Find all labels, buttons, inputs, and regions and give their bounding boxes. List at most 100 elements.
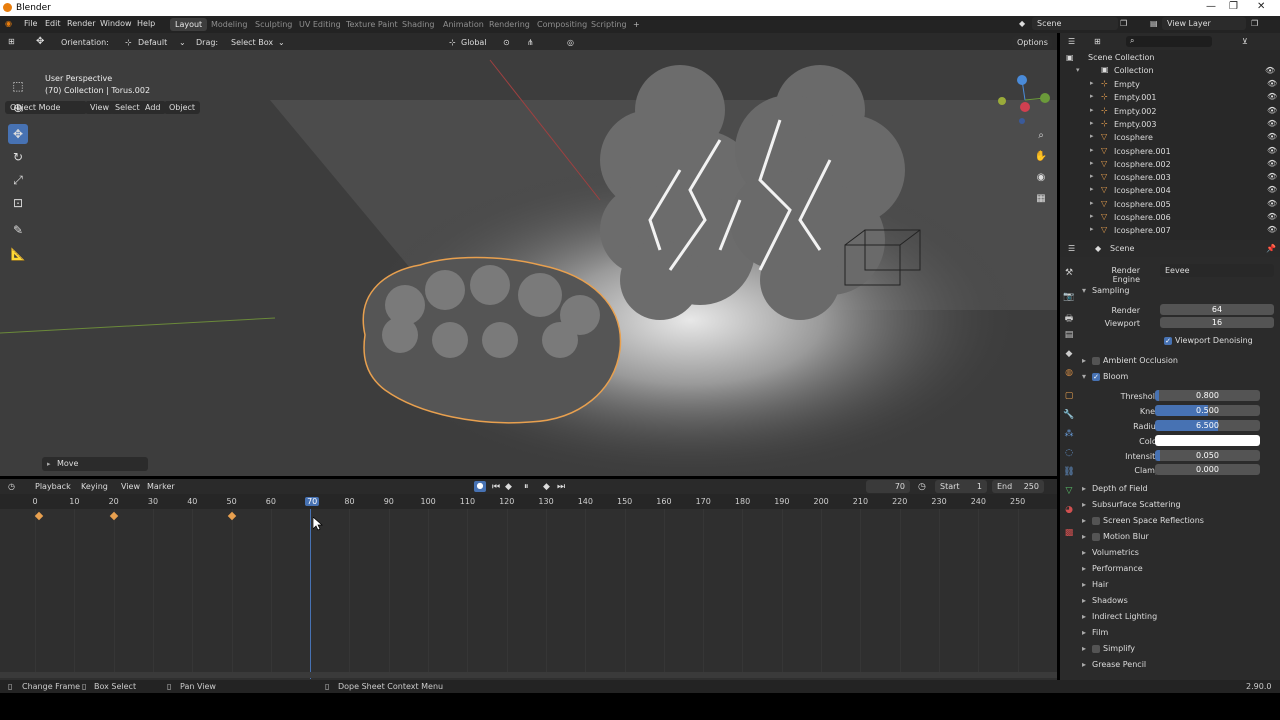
bloom-knee-slider[interactable]: 0.500 [1155,405,1260,416]
eye-icon[interactable]: 👁 [1267,132,1277,141]
panel-checkbox[interactable] [1092,532,1100,541]
tab-compositing[interactable]: Compositing [532,18,592,31]
timeline-scrollbar[interactable] [0,672,1057,678]
panel-performance[interactable]: ▸ Performance [1082,564,1143,573]
outliner-collection-label[interactable]: Collection [1114,66,1154,75]
data-tab-icon[interactable]: ▽ [1063,486,1075,498]
pause-icon[interactable]: ⏸ [524,482,529,492]
menu-marker[interactable]: Marker [147,482,175,491]
keyframe-marker[interactable] [109,511,118,521]
pan-hand-icon[interactable]: ✋ [1032,148,1050,166]
outliner-item[interactable]: ▸ ⊹ Empty.001 👁 [1060,91,1280,104]
panel-indirect-lighting[interactable]: ▸ Indirect Lighting [1082,612,1157,621]
outliner-item[interactable]: ▸ ▽ Icosphere.003 👁 [1060,171,1280,184]
panel-hair[interactable]: ▸ Hair [1082,580,1108,589]
expand-icon[interactable]: ▸ [1090,106,1094,114]
bloom-threshold-slider[interactable]: 0.800 [1155,390,1260,401]
tab-rendering[interactable]: Rendering [484,18,535,31]
expand-icon[interactable]: ▸ [1090,172,1094,180]
expand-icon[interactable]: ▸ [1090,146,1094,154]
menu-view[interactable]: View [121,482,140,491]
panel-volumetrics[interactable]: ▸ Volumetrics [1082,548,1139,557]
eye-icon[interactable]: 👁 [1267,119,1277,128]
bloom-intensity-slider[interactable]: 0.050 [1155,450,1260,461]
panel-subsurface-scattering[interactable]: ▸ Subsurface Scattering [1082,500,1181,509]
menu-help[interactable]: Help [137,19,155,28]
particles-tab-icon[interactable]: ⁂ [1063,429,1075,441]
drag-dropdown[interactable]: Select Box [231,38,273,47]
outliner-item[interactable]: ▸ ▽ Icosphere.004 👁 [1060,184,1280,197]
orientation-dropdown[interactable]: Default [138,38,167,47]
ortho-grid-icon[interactable]: ▦ [1032,190,1050,208]
expand-icon[interactable]: ▸ [1090,79,1094,87]
expand-icon[interactable]: ▸ [1090,225,1094,233]
editor-type-icon[interactable]: ☰ [1068,244,1075,253]
outliner-item[interactable]: ▸ ▽ Icosphere.005 👁 [1060,198,1280,211]
tab-uv-editing[interactable]: UV Editing [294,18,346,31]
expand-icon[interactable]: ▸ [1090,212,1094,220]
bloom-radius-slider[interactable]: 6.500 [1155,420,1260,431]
menu-keying[interactable]: Keying [81,482,108,491]
scene-tab-icon[interactable]: ◆ [1063,349,1075,361]
panel-checkbox[interactable] [1092,516,1100,525]
expand-icon[interactable]: ▸ [1090,92,1094,100]
panel-grease-pencil[interactable]: ▸ Grease Pencil [1082,660,1146,669]
physics-tab-icon[interactable]: ◌ [1063,448,1075,460]
eye-icon[interactable]: 👁 [1265,66,1275,75]
snap-icon[interactable]: ⋔ [527,38,534,47]
menu-playback[interactable]: Playback [35,482,71,491]
menu-window[interactable]: Window [100,19,132,28]
view-layer-tab-icon[interactable]: ▤ [1063,330,1075,342]
editor-type-icon[interactable]: ⊞ [8,37,15,46]
pivot-icon[interactable]: ⊙ [503,38,510,47]
scale-tool-icon[interactable]: ⤢ [8,170,28,190]
last-operator-panel[interactable]: ▸ Move [42,457,148,471]
expand-icon[interactable]: ▸ [1090,159,1094,167]
panel-sampling[interactable]: ▾ Sampling [1082,286,1129,295]
options-dropdown[interactable]: Options [1012,36,1052,49]
viewport-denoising-checkbox[interactable]: ✓ Viewport Denoising [1164,336,1253,345]
rotate-tool-icon[interactable]: ↻ [8,147,28,167]
world-tab-icon[interactable]: ◍ [1063,368,1075,380]
outliner-item[interactable]: ▸ ▽ Icosphere 👁 [1060,131,1280,144]
display-mode-icon[interactable]: ⊞ [1094,37,1101,46]
outliner-search-input[interactable] [1126,36,1212,47]
outliner-item[interactable]: ▸ ▽ Icosphere.007 👁 [1060,224,1280,237]
panel-simplify[interactable]: ▸ Simplify [1082,644,1135,653]
menu-render[interactable]: Render [67,19,95,28]
new-view-layer-icon[interactable]: ❐ [1251,19,1258,28]
timeline-area[interactable]: 0 10 20 30 40 50 60 70 80 90 100 110 120 130 140 150 160… [0,494,1057,680]
menu-edit[interactable]: Edit [45,19,61,28]
select-box-tool-icon[interactable]: ⬚ [8,76,28,96]
tool-tab-icon[interactable]: ⚒ [1063,268,1075,280]
move-tool-button[interactable]: ✥ [8,124,28,144]
texture-tab-icon[interactable]: ▩ [1063,528,1075,540]
sampling-render-field[interactable]: 64 [1160,304,1274,315]
jump-keyframe-back-icon[interactable]: ◆ [505,482,512,492]
eye-icon[interactable]: 👁 [1267,225,1277,234]
expand-icon[interactable]: ▸ [1090,119,1094,127]
minimize-icon[interactable]: — [1206,1,1216,12]
menu-file[interactable]: File [24,19,37,28]
filter-icon[interactable]: ⊻ [1242,37,1248,46]
proportional-edit-icon[interactable]: ◎ [567,38,574,47]
transform-orientation-dropdown[interactable]: Global [461,38,487,47]
pin-icon[interactable]: 📌 [1266,244,1276,253]
render-engine-dropdown[interactable]: Eevee [1160,264,1274,277]
modifier-tab-icon[interactable]: 🔧 [1063,410,1075,422]
tab-shading[interactable]: Shading [397,18,440,31]
eye-icon[interactable]: 👁 [1267,199,1277,208]
panel-motion-blur[interactable]: ▸ Motion Blur [1082,532,1149,541]
material-tab-icon[interactable]: ◕ [1063,505,1075,517]
editor-type-icon[interactable]: ☰ [1068,37,1075,46]
outliner-item[interactable]: ▸ ⊹ Empty 👁 [1060,78,1280,91]
tab-layout[interactable]: Layout [170,18,208,31]
outliner-item[interactable]: ▸ ▽ Icosphere.006 👁 [1060,211,1280,224]
start-frame-field[interactable]: Start 1 [935,480,987,493]
eye-icon[interactable]: 👁 [1267,92,1277,101]
render-tab-icon[interactable]: 📷 [1063,292,1075,304]
constraints-tab-icon[interactable]: ⛓ [1063,467,1075,479]
menu-object[interactable]: Object [164,101,201,114]
outliner-item[interactable]: ▸ ▽ Icosphere.001 👁 [1060,145,1280,158]
panel-bloom[interactable]: ▾ ✓ Bloom [1082,372,1128,381]
